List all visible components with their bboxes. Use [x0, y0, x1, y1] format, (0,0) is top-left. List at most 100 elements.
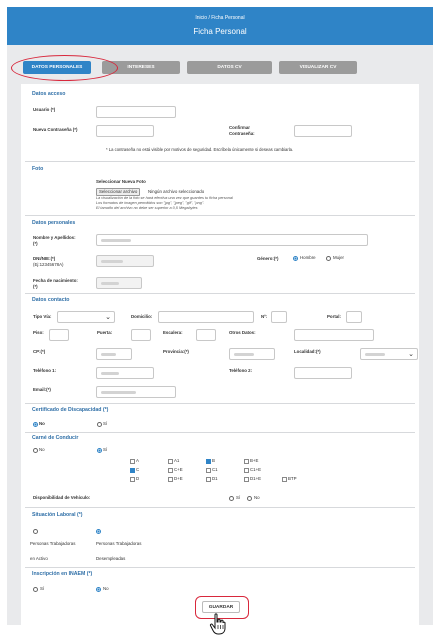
activo-label-2: en Activo [30, 556, 48, 561]
section-title-inaem: Inscripción en INAEM (*) [32, 571, 93, 577]
page-title: Ficha Personal [193, 27, 247, 36]
dni-label: DNI/NIE:(*) (Ej:12345678A) [33, 256, 64, 267]
discapacidad-no-radio[interactable] [33, 422, 38, 427]
usuario-input[interactable] [96, 106, 176, 118]
license-ce-checkbox[interactable] [168, 468, 173, 473]
license-de-checkbox[interactable] [168, 477, 173, 482]
piso-input[interactable] [49, 329, 69, 341]
cp-input[interactable] [96, 348, 132, 360]
telefono1-label: Teléfono 1: [33, 368, 57, 373]
license-a1-label: A1 [174, 458, 180, 463]
license-a-checkbox[interactable] [130, 459, 135, 464]
inaem-si-radio[interactable] [33, 587, 38, 592]
cp-label: CP:(*) [33, 349, 46, 354]
divider [25, 567, 415, 568]
activo-radio[interactable] [33, 529, 38, 534]
escalera-label: Escalera: [163, 330, 183, 335]
puerta-input[interactable] [131, 329, 151, 341]
nueva-password-label: Nueva Contraseña (*) [33, 127, 78, 132]
section-title-personales: Datos personales [32, 220, 76, 226]
license-be-label: B+E [250, 458, 259, 463]
localidad-select[interactable]: ⌄ [360, 348, 418, 360]
desempleadas-label-1: Personas Trabajadoras [96, 541, 142, 546]
license-b-checkbox[interactable] [206, 459, 211, 464]
vehiculo-no-radio[interactable] [247, 496, 252, 501]
page-header: Inicio / Ficha Personal Ficha Personal [7, 7, 433, 45]
telefono2-label: Teléfono 2: [229, 368, 253, 373]
domicilio-input[interactable] [158, 311, 254, 323]
no-file-text: Ningún archivo seleccionado [148, 189, 205, 194]
desempleadas-radio[interactable] [96, 529, 101, 534]
license-d1-label: D1 [212, 476, 218, 481]
nombre-input[interactable] [96, 234, 368, 246]
mujer-radio[interactable] [326, 256, 331, 261]
provincia-label: Provincia:(*) [163, 349, 189, 354]
discapacidad-no-label: No [39, 421, 45, 426]
license-c-label: C [136, 467, 140, 472]
license-c-checkbox[interactable] [130, 468, 135, 473]
section-title-foto: Foto [32, 166, 44, 172]
inaem-si-label: Sí [40, 586, 45, 591]
license-btp-checkbox[interactable] [282, 477, 287, 482]
divider [25, 215, 415, 216]
numero-input[interactable] [271, 311, 287, 323]
hombre-radio[interactable] [293, 256, 298, 261]
usuario-label: Usuario (*) [33, 107, 56, 112]
license-d1-checkbox[interactable] [206, 477, 211, 482]
section-title-contacto: Datos contacto [32, 297, 70, 303]
tab-visualizar-cv[interactable]: VISUALIZAR CV [279, 61, 357, 74]
genero-label: Género:(*) [257, 256, 279, 261]
fecha-nacimiento-input[interactable] [96, 277, 142, 289]
tipo-via-select[interactable]: ⌄ [57, 311, 115, 323]
license-d-checkbox[interactable] [130, 477, 135, 482]
license-c1e-checkbox[interactable] [244, 468, 249, 473]
nueva-password-input[interactable] [96, 125, 154, 137]
inaem-no-radio[interactable] [96, 587, 101, 592]
otros-datos-input[interactable] [294, 329, 374, 341]
carne-si-label: Sí [103, 447, 108, 452]
telefono1-input[interactable] [96, 367, 154, 379]
foto-select-label: Seleccionar Nueva Foto [96, 179, 146, 184]
carne-si-radio[interactable] [97, 448, 102, 453]
confirmar-label: Confirmar Contraseña: [229, 125, 255, 136]
discapacidad-si-label: Sí [103, 421, 108, 426]
vehiculo-si-radio[interactable] [229, 496, 234, 501]
provincia-select[interactable] [229, 348, 275, 360]
nombre-label: Nombre y Apellidos: (*) [33, 235, 76, 246]
section-title-laboral: Situación Laboral (*) [32, 512, 83, 518]
license-ce-label: C+E [174, 467, 183, 472]
chevron-down-icon: ⌄ [408, 351, 414, 358]
telefono2-input[interactable] [294, 367, 352, 379]
license-d-label: D [136, 476, 140, 481]
divider [25, 507, 415, 508]
chevron-down-icon: ⌄ [105, 314, 111, 321]
carne-no-radio[interactable] [33, 448, 38, 453]
license-c1-checkbox[interactable] [206, 468, 211, 473]
email-label: Email:(*) [33, 387, 51, 392]
email-input[interactable] [96, 386, 176, 398]
vehiculo-si-label: Sí [236, 495, 241, 500]
breadcrumb[interactable]: Inicio / Ficha Personal [7, 15, 433, 21]
escalera-input[interactable] [196, 329, 216, 341]
discapacidad-si-radio[interactable] [97, 422, 102, 427]
tipo-via-label: Tipo Vía: [33, 314, 52, 319]
tab-datos-cv[interactable]: DATOS CV [187, 61, 272, 74]
portal-input[interactable] [346, 311, 362, 323]
password-note: * La contraseña no está visible por moti… [106, 147, 294, 152]
puerta-label: Puerta: [97, 330, 113, 335]
dni-input[interactable] [96, 255, 154, 267]
license-d1e-checkbox[interactable] [244, 477, 249, 482]
domicilio-label: Domicilio: [131, 314, 153, 319]
license-a1-checkbox[interactable] [168, 459, 173, 464]
piso-label: Piso: [33, 330, 44, 335]
hand-cursor-icon [209, 613, 226, 635]
license-btp-label: BTP [288, 476, 297, 481]
confirmar-password-input[interactable] [294, 125, 352, 137]
license-c1e-label: C1+E [250, 467, 262, 472]
select-file-button[interactable]: Seleccionar archivo [96, 188, 141, 196]
license-d1e-label: D1+E [250, 476, 262, 481]
license-c1-label: C1 [212, 467, 218, 472]
license-be-checkbox[interactable] [244, 459, 249, 464]
license-b-label: B [212, 458, 215, 463]
divider [25, 293, 415, 294]
